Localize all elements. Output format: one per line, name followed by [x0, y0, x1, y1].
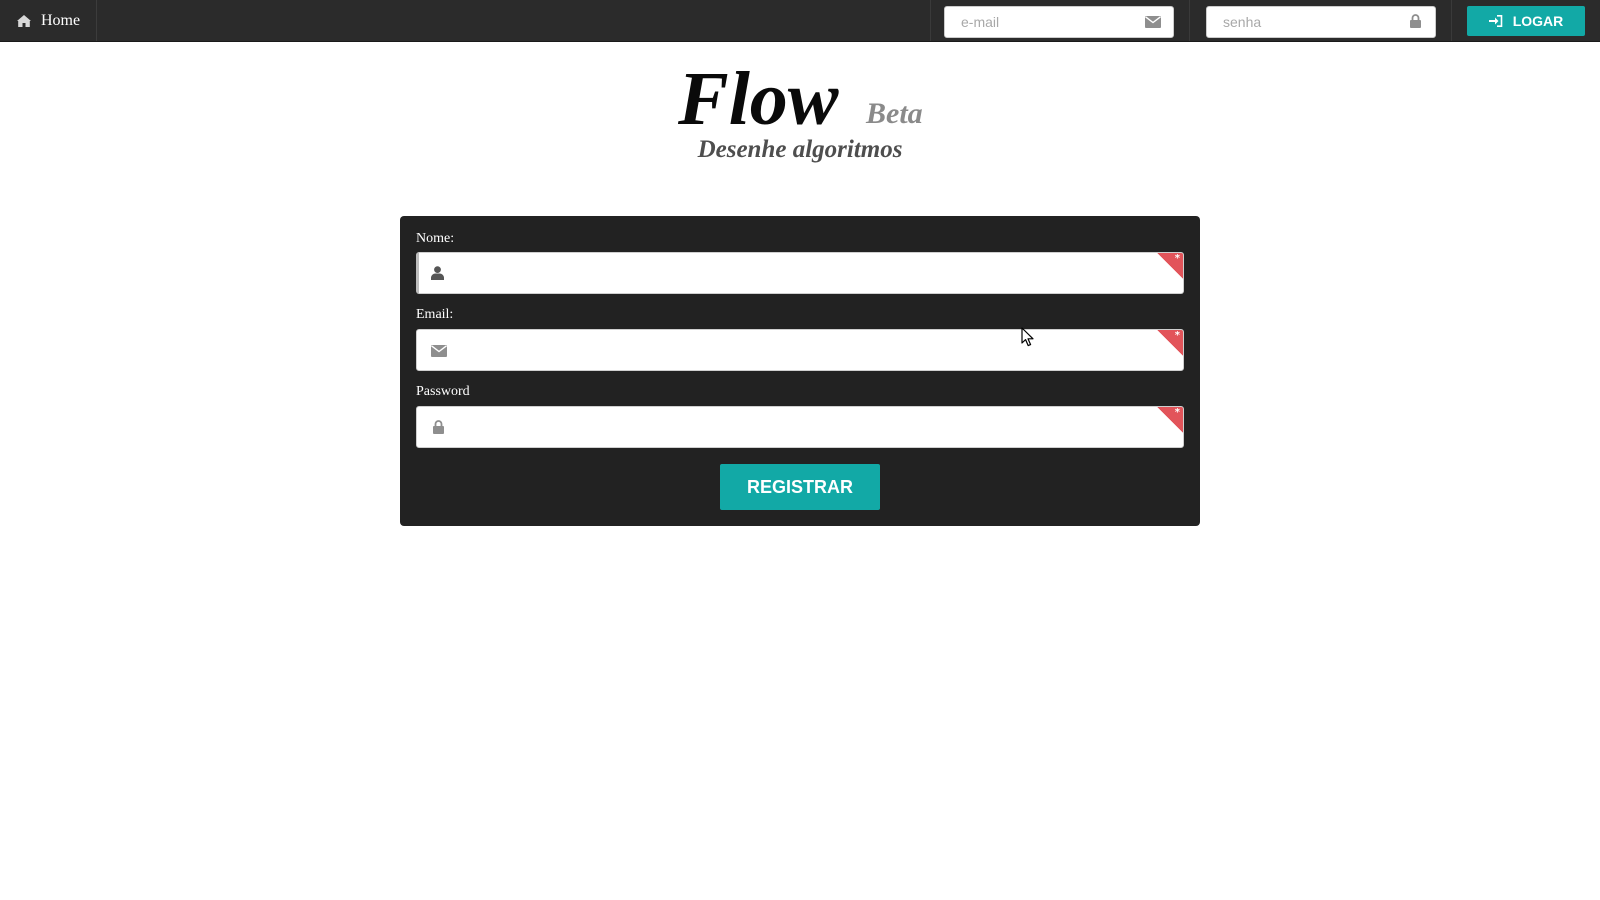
navbar-divider	[1189, 0, 1190, 41]
login-password-field[interactable]	[1206, 6, 1436, 38]
home-icon	[17, 14, 31, 27]
password-input[interactable]	[417, 407, 1183, 447]
login-button-label: LOGAR	[1512, 13, 1564, 29]
home-label: Home	[41, 11, 81, 29]
envelope-icon	[431, 345, 447, 357]
required-asterisk: *	[1174, 330, 1180, 341]
email-field[interactable]: *	[416, 329, 1184, 371]
beta-badge: Beta	[866, 97, 923, 130]
home-link[interactable]: Home	[0, 0, 97, 41]
name-field-label: Nome:	[416, 231, 455, 246]
required-asterisk: *	[1174, 407, 1180, 418]
login-email-input[interactable]	[945, 7, 1173, 37]
register-button[interactable]: REGISTRAR	[720, 464, 880, 510]
register-panel: Nome: * Email: * Password * REGISTRAR	[400, 216, 1200, 526]
required-asterisk: *	[1174, 253, 1180, 264]
email-input[interactable]	[417, 330, 1183, 370]
user-icon	[431, 266, 444, 280]
envelope-icon	[1145, 16, 1161, 28]
required-marker: *	[1157, 253, 1183, 279]
lock-icon	[1410, 14, 1421, 28]
name-input[interactable]	[419, 253, 1183, 293]
password-field[interactable]: *	[416, 406, 1184, 448]
login-email-field[interactable]	[944, 6, 1174, 38]
required-marker: *	[1157, 407, 1183, 433]
login-password-input[interactable]	[1207, 7, 1435, 37]
mouse-pointer-icon	[1021, 327, 1034, 347]
app-subtitle: Desenhe algoritmos	[697, 136, 903, 163]
required-marker: *	[1157, 330, 1183, 356]
login-button[interactable]: LOGAR	[1467, 6, 1585, 36]
top-navbar: Home LOGAR	[0, 0, 1600, 42]
app-title: Flow	[678, 57, 839, 141]
email-field-label: Email:	[416, 307, 454, 322]
password-field-label: Password	[416, 384, 470, 399]
lock-icon	[433, 420, 444, 434]
navbar-divider	[1451, 0, 1452, 41]
sign-in-icon	[1488, 15, 1503, 27]
navbar-divider	[930, 0, 931, 41]
name-field[interactable]: *	[416, 252, 1184, 294]
